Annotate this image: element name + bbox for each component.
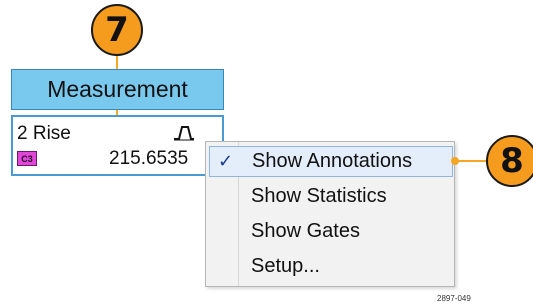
callout-8: 8 [486,135,533,187]
callout-7: 7 [91,4,143,56]
menu-item-label: Show Annotations [252,150,413,172]
measurement-badge[interactable]: 2 Rise C3 215.6535 [11,115,224,176]
menu-item-label: Show Gates [251,220,360,242]
callout-8-leader [457,160,487,162]
measurement-title: Measurement [47,76,188,102]
check-icon: ✓ [218,151,234,171]
measurement-title-bar[interactable]: Measurement [11,69,224,110]
menu-item-show-statistics[interactable]: Show Statistics [209,181,453,212]
figure-id: 2897-049 [437,294,471,303]
menu-item-show-gates[interactable]: Show Gates [209,216,453,247]
measurement-value: 215.6535 [109,148,189,169]
context-menu: ✓ Show Annotations Show Statistics Show … [205,141,455,287]
menu-item-label: Setup... [251,255,320,277]
measurement-name: 2 Rise [17,123,71,144]
menu-item-label: Show Statistics [251,185,387,207]
menu-item-show-annotations[interactable]: ✓ Show Annotations [209,146,453,177]
menu-item-setup[interactable]: Setup... [209,251,453,282]
rise-waveform-icon [173,125,195,146]
source-badge: C3 [17,151,37,166]
